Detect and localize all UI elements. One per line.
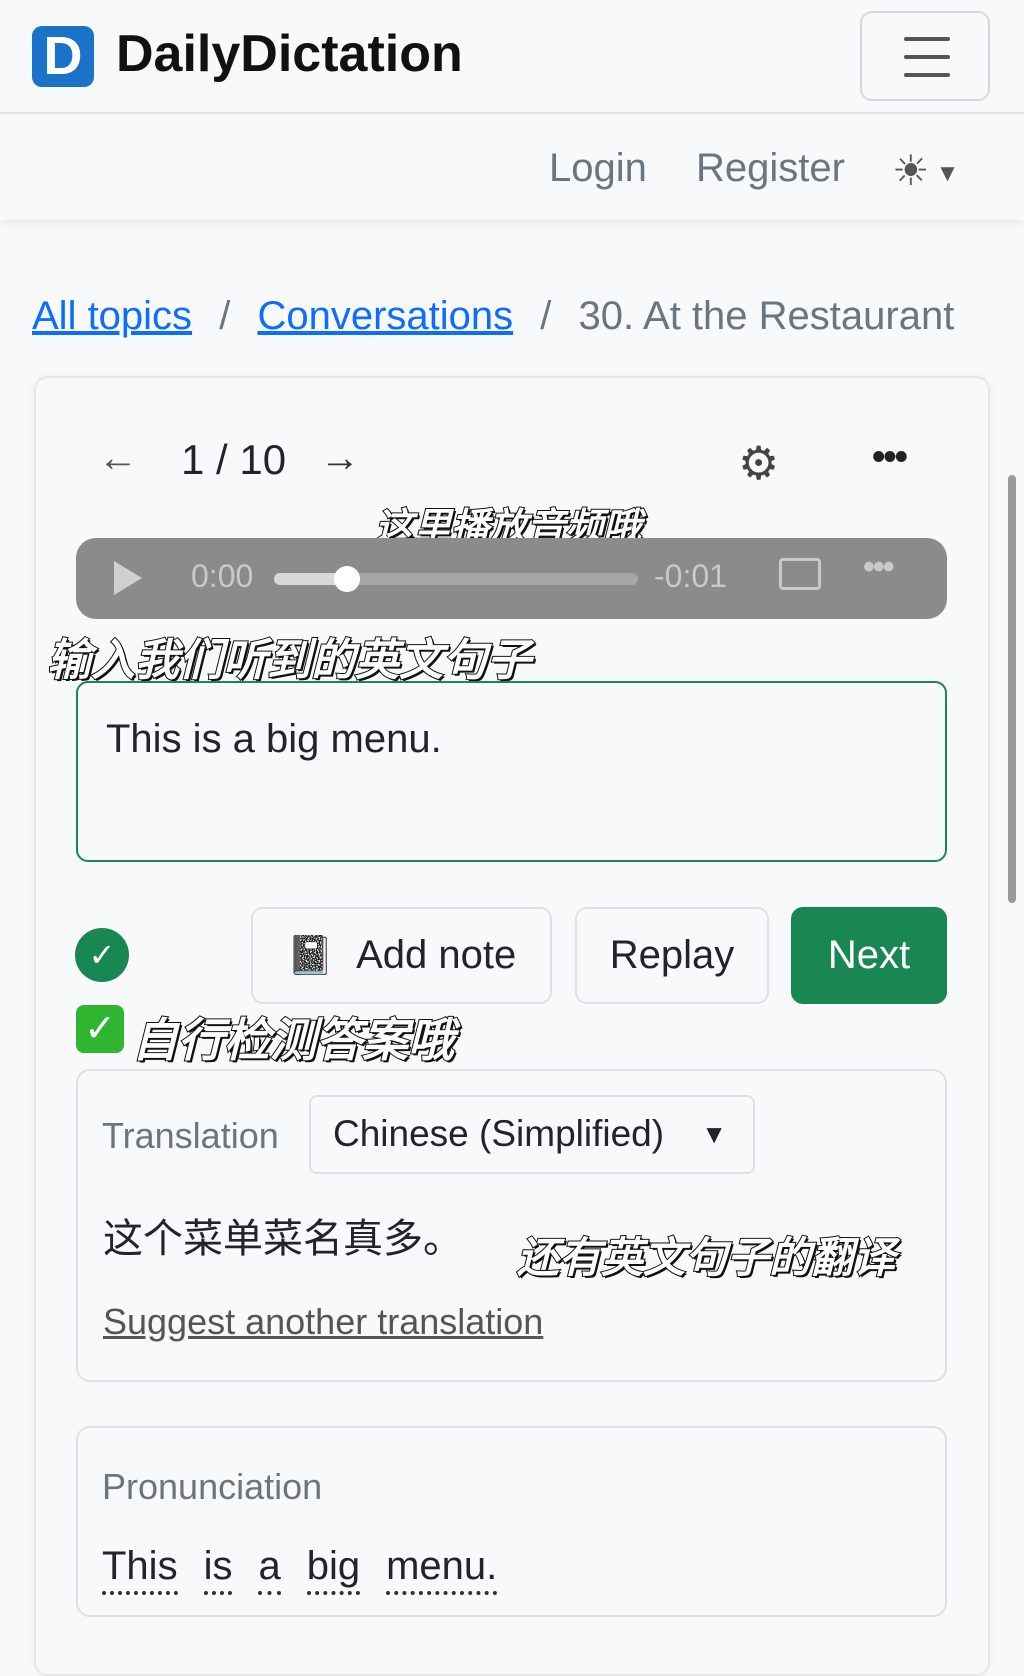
pronunciation-word[interactable]: is [203, 1544, 233, 1595]
login-link[interactable]: Login [549, 146, 647, 191]
notebook-icon: 📓 [286, 934, 335, 977]
hamburger-icon [904, 55, 950, 59]
hamburger-icon [904, 37, 950, 41]
remaining-time: -0:01 [654, 558, 727, 594]
airplay-icon[interactable] [779, 558, 821, 590]
player-more-icon[interactable]: ••• [863, 548, 895, 587]
sentence-counter: 1 / 10 [181, 436, 287, 483]
breadcrumb-separator: / [540, 294, 552, 338]
theme-toggle[interactable]: ☀ ▼ [892, 146, 959, 195]
annotation-translation: 还有英文句子的翻译 [516, 1233, 896, 1282]
current-time: 0:00 [191, 558, 254, 594]
breadcrumb-separator: / [219, 294, 231, 338]
breadcrumb-all-topics[interactable]: All topics [32, 294, 192, 338]
audio-player: 0:00 -0:01 ••• [76, 538, 947, 619]
add-note-label: Add note [356, 933, 517, 977]
replay-button[interactable]: Replay [575, 907, 769, 1004]
suggest-translation-link[interactable]: Suggest another translation [103, 1301, 543, 1343]
register-link[interactable]: Register [696, 146, 845, 191]
navbar: Login Register ☀ ▼ [0, 116, 1024, 220]
answer-input[interactable]: This is a big menu. [76, 681, 947, 862]
pronunciation-word[interactable]: big [306, 1544, 361, 1595]
sun-icon: ☀ [892, 147, 930, 194]
pronunciation-panel: Pronunciation This is a big menu. [76, 1426, 947, 1617]
annotation-check: 自行检测答案哦 [131, 1013, 455, 1067]
caret-down-icon: ▼ [935, 159, 960, 187]
more-options-icon[interactable]: ••• [872, 436, 908, 479]
language-select[interactable]: Chinese (Simplified) ▼ [309, 1095, 755, 1174]
header: D DailyDictation [0, 0, 1024, 114]
language-selected: Chinese (Simplified) [333, 1113, 665, 1154]
gear-icon[interactable]: ⚙ [738, 440, 779, 486]
add-note-button[interactable]: 📓 Add note [251, 907, 552, 1004]
next-button[interactable]: Next [791, 907, 947, 1004]
correct-check-icon: ✓ [75, 928, 129, 982]
pronunciation-word[interactable]: This [102, 1544, 178, 1595]
pronunciation-word[interactable]: menu. [386, 1544, 498, 1595]
scrollbar[interactable] [1008, 475, 1016, 903]
pronunciation-words: This is a big menu. [102, 1544, 523, 1595]
breadcrumb-current: 30. At the Restaurant [578, 294, 955, 338]
breadcrumb-conversations[interactable]: Conversations [257, 294, 513, 338]
seek-bar[interactable] [274, 566, 638, 592]
menu-toggle-button[interactable] [860, 11, 990, 101]
brand-name[interactable]: DailyDictation [116, 24, 463, 84]
translation-text: 这个菜单菜名真多。 [103, 1217, 463, 1261]
seek-handle[interactable] [333, 566, 360, 592]
hamburger-icon [904, 73, 950, 77]
prev-arrow-icon[interactable]: ← [98, 436, 138, 481]
caret-down-icon: ▼ [701, 1119, 727, 1149]
pronunciation-label: Pronunciation [102, 1466, 323, 1507]
annotation-input: 输入我们听到的英文句子 [46, 635, 532, 686]
next-arrow-icon[interactable]: → [320, 436, 360, 481]
breadcrumb: All topics / Conversations / 30. At the … [32, 294, 954, 339]
play-icon[interactable] [114, 561, 142, 595]
pronunciation-word[interactable]: a [258, 1544, 281, 1595]
logo-icon[interactable]: D [32, 26, 94, 87]
translation-label: Translation [102, 1115, 279, 1156]
checkmark-emoji-icon: ✓ [76, 1005, 124, 1053]
